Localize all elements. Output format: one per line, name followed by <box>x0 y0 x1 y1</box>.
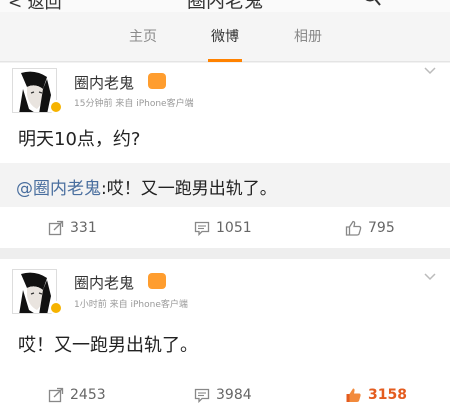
verified-badge <box>49 301 63 315</box>
username[interactable]: 圈内老鬼 <box>74 272 134 293</box>
post-card[interactable]: 圈内老鬼 1小时前 来自 iPhone客户端 哎！又一跑男出轨了。 2453 3… <box>0 259 450 417</box>
post-text: 明天10点，约? <box>18 129 141 150</box>
post-meta: 1小时前 来自 iPhone客户端 <box>74 297 188 310</box>
repost-button[interactable]: 331 <box>48 208 97 248</box>
post-meta: 15分钟前 来自 iPhone客户端 <box>74 96 194 109</box>
username[interactable]: 圈内老鬼 <box>74 72 134 93</box>
card-divider <box>0 248 450 259</box>
comment-button[interactable]: 3984 <box>194 375 252 415</box>
like-button[interactable]: 795 <box>345 208 395 248</box>
post-time: 15分钟前 <box>74 99 113 109</box>
vip-icon <box>148 273 166 289</box>
search-icon[interactable] <box>362 0 382 8</box>
vip-icon <box>148 73 166 89</box>
thumbs-up-icon <box>346 388 361 402</box>
comment-count: 1051 <box>216 220 252 236</box>
post-source: 来自 iPhone客户端 <box>115 99 194 109</box>
nav-bar: < 返回 圈内老鬼 <box>0 0 450 12</box>
action-bar: 2453 3984 3158 <box>0 375 450 415</box>
repost-block[interactable]: @圈内老鬼:哎！又一跑男出轨了。 <box>0 163 450 207</box>
repost-content: @圈内老鬼:哎！又一跑男出轨了。 <box>16 174 277 199</box>
repost-icon <box>48 387 64 403</box>
comment-button[interactable]: 1051 <box>194 208 252 248</box>
tab-album[interactable]: 相册 <box>268 12 348 62</box>
post-card[interactable]: 圈内老鬼 15分钟前 来自 iPhone客户端 明天10点，约? @圈内老鬼:哎… <box>0 63 450 248</box>
page-title: 圈内老鬼 <box>186 0 263 12</box>
tab-home[interactable]: 主页 <box>103 12 183 62</box>
like-count: 3158 <box>368 387 407 403</box>
like-count: 795 <box>368 220 395 236</box>
thumbs-up-icon <box>345 220 362 236</box>
repost-count: 2453 <box>70 387 106 403</box>
comment-count: 3984 <box>216 387 252 403</box>
mention-link[interactable]: @圈内老鬼 <box>16 179 101 199</box>
chevron-down-icon[interactable] <box>424 67 436 75</box>
repost-text: :哎！又一跑男出轨了。 <box>101 179 277 199</box>
verified-badge <box>49 100 63 114</box>
tab-weibo[interactable]: 微博 <box>185 12 265 62</box>
post-source: 来自 iPhone客户端 <box>109 300 188 310</box>
repost-button[interactable]: 2453 <box>48 375 106 415</box>
profile-tabs: 主页 微博 相册 <box>0 12 450 62</box>
chevron-down-icon[interactable] <box>424 273 436 281</box>
repost-icon <box>48 220 64 236</box>
like-button[interactable]: 3158 <box>345 375 407 415</box>
repost-count: 331 <box>70 220 97 236</box>
action-bar: 331 1051 795 <box>0 208 450 248</box>
comment-icon <box>194 221 210 237</box>
active-tab-indicator <box>208 59 242 62</box>
post-text: 哎！又一跑男出轨了。 <box>18 335 198 356</box>
comment-icon <box>194 388 210 404</box>
post-time: 1小时前 <box>74 300 107 310</box>
